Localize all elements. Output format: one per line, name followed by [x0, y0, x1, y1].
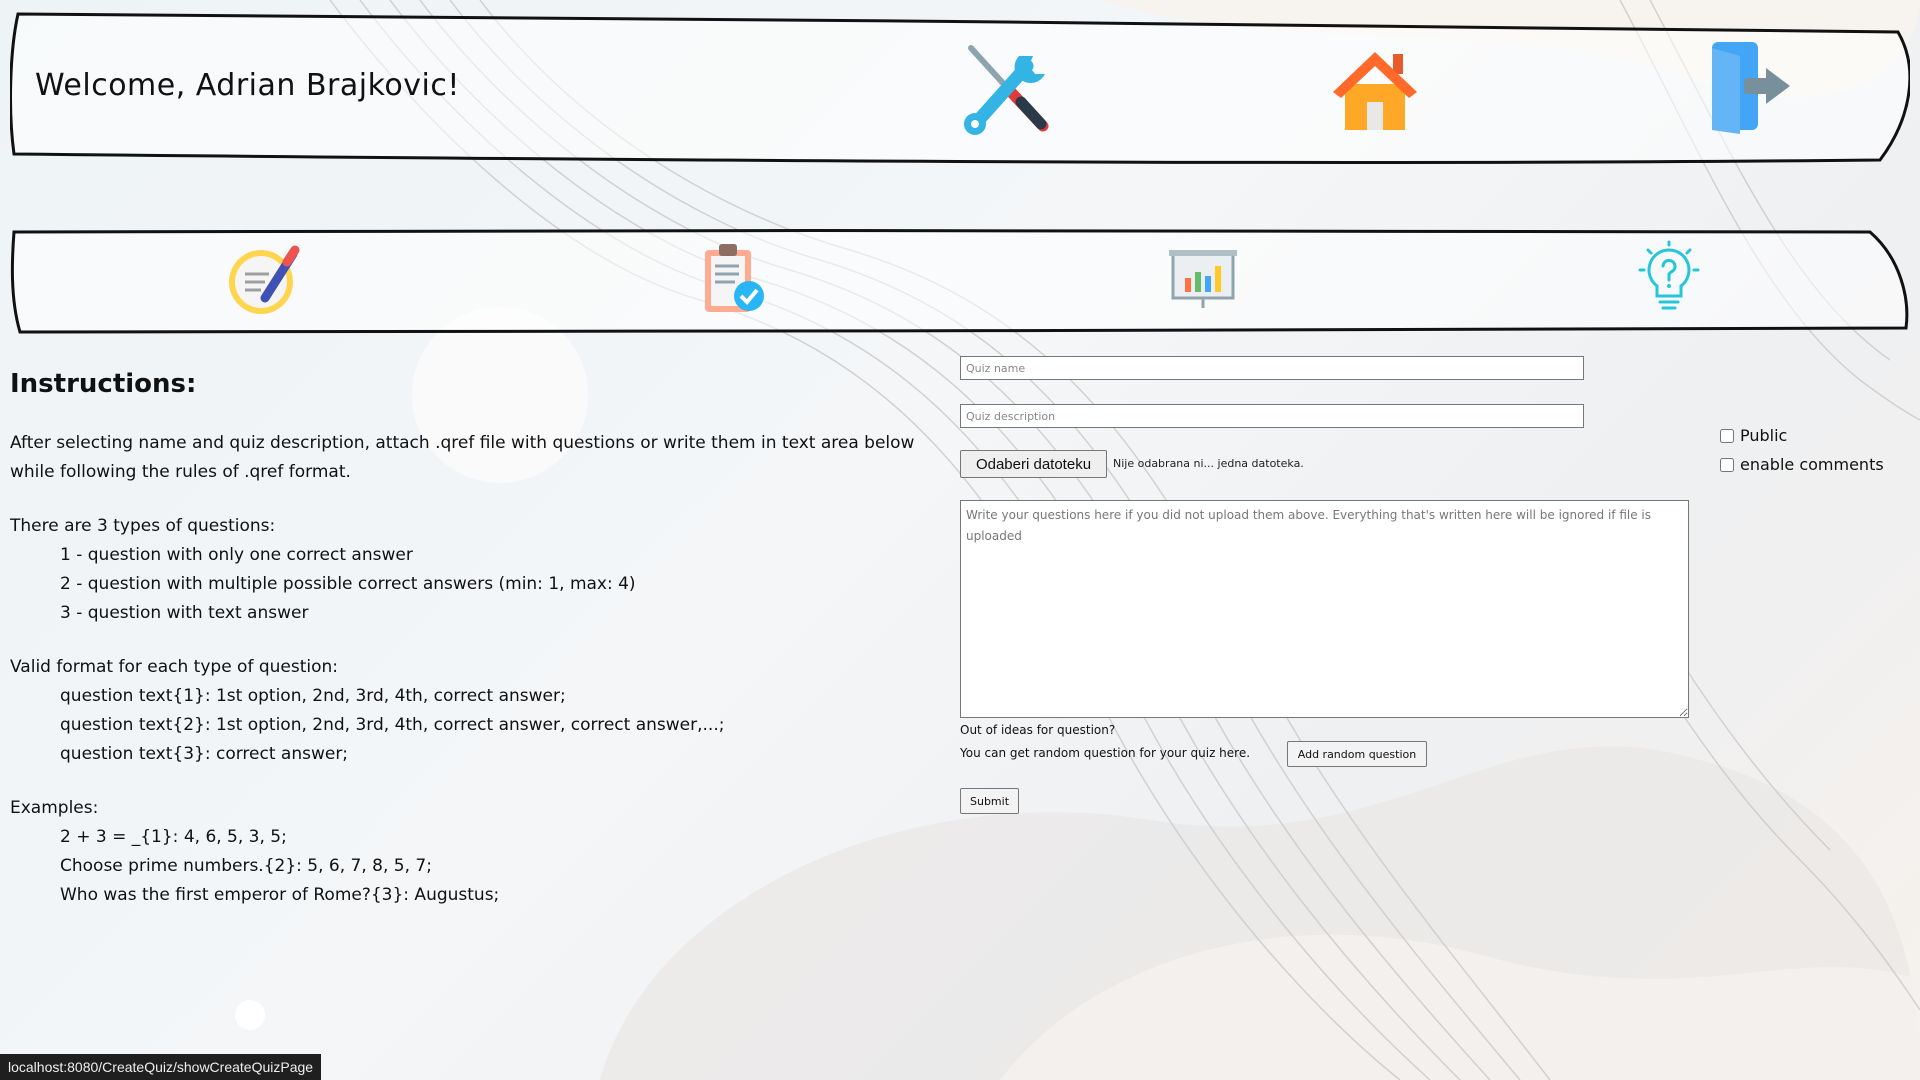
idea-lightbulb-icon[interactable] [1630, 240, 1708, 318]
tools-icon[interactable] [955, 40, 1055, 140]
choose-file-button[interactable]: Odaberi datoteku [960, 450, 1107, 478]
public-checkbox[interactable] [1720, 428, 1734, 443]
status-bar-url: localhost:8080/CreateQuiz/showCreateQuiz… [0, 1054, 322, 1080]
example-item: Choose prime numbers.{2}: 5, 6, 7, 8, 5,… [60, 856, 432, 876]
enable-comments-label: enable comments [1740, 455, 1884, 474]
questions-textarea[interactable] [960, 500, 1689, 718]
enable-comments-checkbox[interactable] [1720, 457, 1734, 472]
type-item: 3 - question with text answer [60, 603, 309, 623]
submit-button[interactable]: Submit [960, 788, 1019, 814]
file-status-label: Nije odabrana ni... jedna datoteka. [1113, 457, 1304, 470]
logout-icon[interactable] [1700, 38, 1800, 138]
format-item: question text{1}: 1st option, 2nd, 3rd, … [60, 686, 566, 706]
comments-checkbox-row[interactable]: enable comments [1720, 455, 1884, 474]
statistics-icon[interactable] [1165, 240, 1243, 318]
top-banner: Welcome, Adrian Brajkovic! [10, 10, 1910, 166]
ideas-text-2: You can get random question for your qui… [960, 746, 1251, 760]
ideas-text-1: Out of ideas for question? [960, 723, 1116, 737]
quiz-name-input[interactable] [960, 356, 1584, 380]
types-heading: There are 3 types of questions: [10, 516, 276, 536]
instructions-title: Instructions: [10, 369, 197, 399]
example-item: Who was the first emperor of Rome?{3}: A… [60, 885, 500, 905]
quiz-description-input[interactable] [960, 404, 1584, 428]
public-checkbox-row[interactable]: Public [1720, 426, 1787, 445]
instructions-panel: Instructions: After selecting name and q… [10, 370, 930, 935]
format-item: question text{3}: correct answer; [60, 744, 349, 764]
format-heading: Valid format for each type of question: [10, 657, 339, 677]
welcome-message: Welcome, Adrian Brajkovic! [35, 68, 460, 103]
instructions-intro: After selecting name and quiz descriptio… [10, 433, 915, 482]
create-quiz-form: Odaberi datoteku Nije odabrana ni... jed… [960, 356, 1720, 816]
format-item: question text{2}: 1st option, 2nd, 3rd, … [60, 715, 725, 735]
public-label: Public [1740, 426, 1788, 445]
type-item: 1 - question with only one correct answe… [60, 545, 413, 565]
add-random-question-button[interactable]: Add random question [1287, 741, 1427, 767]
nav-banner [10, 228, 1910, 336]
question-formats: Valid format for each type of question: … [10, 653, 930, 769]
home-icon[interactable] [1325, 40, 1425, 140]
example-item: 2 + 3 = _{1}: 4, 6, 5, 3, 5; [60, 827, 287, 847]
type-item: 2 - question with multiple possible corr… [60, 574, 636, 594]
question-examples: Examples: 2 + 3 = _{1}: 4, 6, 5, 3, 5; C… [10, 794, 930, 910]
create-quiz-icon[interactable] [225, 240, 303, 318]
examples-heading: Examples: [10, 798, 99, 818]
question-types: There are 3 types of questions: 1 - ques… [10, 512, 930, 628]
quiz-checklist-icon[interactable] [695, 240, 773, 318]
